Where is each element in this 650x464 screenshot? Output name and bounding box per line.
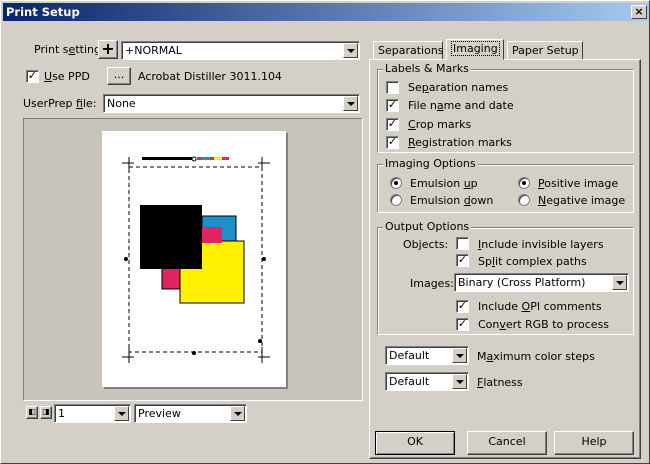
print-setting-label: Print setting: [34,43,105,56]
include-opi-checkbox[interactable]: ✓ [456,300,469,313]
separation-names-label: Separation names [408,81,509,94]
browse-ppd-button[interactable]: ... [107,67,131,85]
output-options-title: Output Options [383,220,472,233]
registration-marks-label: Registration marks [408,136,512,149]
flatness-label: Flatness [477,376,523,389]
images-format-value: Binary (Cross Platform) [458,276,586,289]
print-setting-select[interactable]: +NORMAL [121,41,360,60]
include-opi-label: Include OPI comments [478,300,602,313]
color-steps-value: Default [389,349,430,362]
userprep-select[interactable]: None [103,94,360,113]
positive-image-radio[interactable] [518,177,530,189]
ppd-name: Acrobat Distiller 3011.104 [138,70,282,83]
convert-rgb-checkbox[interactable]: ✓ [456,318,469,331]
chevron-down-icon[interactable] [343,96,358,111]
objects-label: Objects: [403,238,449,251]
emulsion-up-radio[interactable] [390,177,402,189]
ok-button[interactable]: OK [375,431,455,455]
chevron-down-icon[interactable] [452,374,467,389]
page-select[interactable]: 1 [54,404,131,423]
view-value: Preview [138,407,181,420]
tab-separations[interactable]: Separations [373,41,444,60]
userprep-label: UserPrep file: [23,97,97,110]
chevron-down-icon[interactable] [343,43,358,58]
registration-marks-checkbox[interactable]: ✓ [386,136,399,149]
emulsion-down-radio[interactable] [390,194,402,206]
tab-separations-label: Separations [378,44,444,57]
cancel-button[interactable]: Cancel [467,431,547,455]
flatness-select[interactable]: Default [385,372,469,391]
window-title: Print Setup [6,5,80,19]
split-complex-paths-label: Split complex paths [478,255,587,268]
title-bar: Print Setup × [3,3,649,21]
prev-page-button[interactable]: ◧ [26,406,38,419]
view-select[interactable]: Preview [134,404,247,423]
help-button[interactable]: Help [554,431,634,455]
preview-page [102,131,286,387]
images-format-select[interactable]: Binary (Cross Platform) [454,273,629,292]
preview-area [23,118,363,401]
emulsion-up-label: Emulsion up [410,177,478,190]
color-steps-label: Maximum color steps [477,350,595,363]
chevron-down-icon[interactable] [612,275,627,290]
chevron-down-icon[interactable] [114,406,129,421]
print-setting-value: +NORMAL [125,44,182,57]
page-value: 1 [58,407,65,420]
negative-image-radio[interactable] [518,194,530,206]
use-ppd-checkbox[interactable]: ✓ [26,70,39,83]
crop-marks-checkbox[interactable]: ✓ [386,118,399,131]
print-preview-graphic [122,156,270,363]
tab-imaging[interactable]: Imaging [446,39,504,60]
userprep-value: None [107,97,136,110]
imaging-options-title: Imaging Options [383,157,478,170]
convert-rgb-label: Convert RGB to process [478,318,610,331]
include-invisible-layers-label: Include invisible layers [478,238,604,251]
tab-paper-setup-label: Paper Setup [512,44,579,57]
chevron-down-icon[interactable] [230,406,245,421]
split-complex-paths-checkbox[interactable]: ✓ [456,254,469,267]
color-steps-select[interactable]: Default [385,346,469,365]
separation-names-checkbox[interactable] [386,81,399,94]
images-label: Images: [410,277,454,290]
labels-marks-title: Labels & Marks [383,62,471,75]
tab-imaging-label: Imaging [451,41,500,56]
print-setup-dialog: Print Setup × Print setting: + +NORMAL ✓… [0,0,650,464]
negative-image-label: Negative image [538,194,626,207]
tab-paper-setup[interactable]: Paper Setup [507,41,583,60]
include-invisible-layers-checkbox[interactable] [456,237,469,250]
chevron-down-icon[interactable] [452,348,467,363]
close-button[interactable]: × [631,5,647,19]
crop-marks-label: Crop marks [408,118,472,131]
flatness-value: Default [389,375,430,388]
file-name-date-checkbox[interactable]: ✓ [386,99,399,112]
file-name-date-label: File name and date [408,99,514,112]
positive-image-label: Positive image [538,177,619,190]
next-page-button[interactable]: ◨ [40,406,52,419]
emulsion-down-label: Emulsion down [410,194,494,207]
use-ppd-label: Use PPD [44,70,90,83]
add-print-setting-button[interactable]: + [98,40,118,59]
